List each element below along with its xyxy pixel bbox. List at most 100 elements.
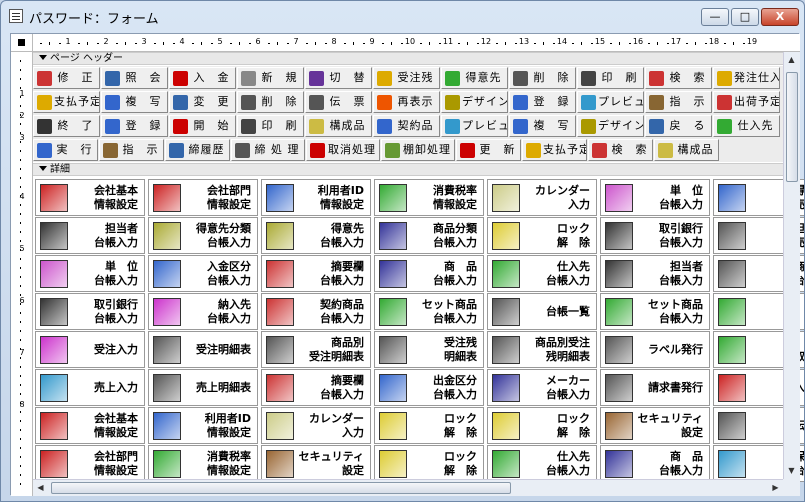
menu-button[interactable]: 商 品台帳入力 <box>600 445 710 482</box>
scroll-thumb[interactable] <box>786 72 798 182</box>
menu-button[interactable]: 受注残 明細表 <box>374 331 484 368</box>
menu-button[interactable]: 利用者ID 情報設定 <box>148 407 258 444</box>
toolbar-button[interactable]: 指 示 <box>645 91 712 113</box>
menu-button[interactable]: 単 位台帳入力 <box>35 255 145 292</box>
toolbar-button[interactable]: 取消処理 <box>306 139 380 161</box>
toolbar-button[interactable]: 新 規 <box>237 67 304 89</box>
toolbar-button[interactable]: 棚卸処理 <box>381 139 455 161</box>
menu-button[interactable]: メーカー 台帳入力 <box>487 369 597 406</box>
menu-button[interactable]: 単 位台帳入力 <box>600 179 710 216</box>
scroll-left-icon[interactable]: ◀ <box>33 480 48 496</box>
menu-button[interactable]: 担当者 台帳入力 <box>35 217 145 254</box>
vertical-scrollbar[interactable]: ▲ ▼ <box>783 52 800 479</box>
menu-button[interactable]: 会社部門 情報設定 <box>148 179 258 216</box>
toolbar-button[interactable]: 終 了 <box>33 115 100 137</box>
title-bar[interactable]: パスワード：フォーム — □ X <box>1 1 804 31</box>
toolbar-button[interactable]: 登 録 <box>101 115 168 137</box>
toolbar-button[interactable]: 伝 票 <box>305 91 372 113</box>
menu-button[interactable]: 受注入力 <box>35 331 145 368</box>
close-button[interactable]: X <box>761 8 799 26</box>
menu-button[interactable]: 台帳一覧 <box>487 293 597 330</box>
menu-button[interactable]: セキュリティ 設定 <box>600 407 710 444</box>
detail-section-bar[interactable]: 詳細 <box>33 163 783 176</box>
menu-button[interactable]: 摘要欄 台帳入力 <box>261 369 371 406</box>
toolbar-button[interactable]: 削 除 <box>237 91 304 113</box>
page-header-section-bar[interactable]: ページ ヘッダー <box>33 52 783 65</box>
vertical-ruler[interactable]: 1 2 3 4 5 6 7 8 <box>11 52 33 496</box>
toolbar-button[interactable]: 仕入先 <box>713 115 780 137</box>
maximize-button[interactable]: □ <box>731 8 759 26</box>
menu-button[interactable]: セキュリティ 設定 <box>261 445 371 482</box>
menu-button[interactable]: カレンダー 入力 <box>261 407 371 444</box>
menu-button[interactable]: ロック解 除 <box>487 217 597 254</box>
menu-button[interactable]: セット商品 台帳入力 <box>374 293 484 330</box>
menu-button[interactable]: 売上明細表 <box>148 369 258 406</box>
toolbar-button[interactable]: 得意先 <box>441 67 508 89</box>
toolbar-button[interactable]: 構成品 <box>305 115 372 137</box>
menu-button[interactable]: 商品分類 台帳入力 <box>374 217 484 254</box>
toolbar-button[interactable]: 再表示 <box>373 91 440 113</box>
menu-button[interactable]: 商 品台帳入力 <box>374 255 484 292</box>
menu-button[interactable]: 仕入先 台帳入力 <box>487 445 597 482</box>
toolbar-button[interactable]: 複 写 <box>101 91 168 113</box>
menu-button[interactable]: 商品別 受注明細表 <box>261 331 371 368</box>
toolbar-button[interactable]: 実 行 <box>33 139 98 161</box>
menu-button[interactable]: 出金区分 台帳入力 <box>374 369 484 406</box>
toolbar-button[interactable]: 登 録 <box>509 91 576 113</box>
menu-button[interactable]: ロック解 除 <box>487 407 597 444</box>
toolbar-button[interactable]: 印 刷 <box>577 67 644 89</box>
menu-button[interactable]: 会社基本 情報設定 <box>35 407 145 444</box>
menu-button[interactable]: 得意先分類 台帳入力 <box>148 217 258 254</box>
menu-button[interactable]: 得意先 台帳入力 <box>261 217 371 254</box>
toolbar-button[interactable]: 発注仕入 <box>713 67 780 89</box>
menu-button[interactable]: カレンダー 入力 <box>487 179 597 216</box>
toolbar-button[interactable]: 支払予定 <box>33 91 100 113</box>
menu-button[interactable]: 会社部門 情報設定 <box>35 445 145 482</box>
menu-button[interactable]: 商品別受注 残明細表 <box>487 331 597 368</box>
scroll-down-icon[interactable]: ▼ <box>784 463 799 479</box>
menu-button[interactable]: 取引銀行 台帳入力 <box>600 217 710 254</box>
toolbar-button[interactable]: 変 更 <box>169 91 236 113</box>
toolbar-button[interactable]: デザイン <box>441 91 508 113</box>
toolbar-button[interactable]: 印 刷 <box>237 115 304 137</box>
toolbar-button[interactable]: 戻 る <box>645 115 712 137</box>
menu-button[interactable]: 請求書発行 <box>600 369 710 406</box>
toolbar-button[interactable]: プレビュー <box>441 115 508 137</box>
menu-button[interactable]: 売上入力 <box>35 369 145 406</box>
toolbar-button[interactable]: デザイン <box>577 115 644 137</box>
horizontal-scrollbar[interactable]: ◀ ▶ <box>33 479 783 496</box>
toolbar-button[interactable]: 検 索 <box>645 67 712 89</box>
toolbar-button[interactable]: 指 示 <box>99 139 164 161</box>
menu-button[interactable]: セット商品 台帳入力 <box>600 293 710 330</box>
menu-button[interactable]: ロック解 除 <box>374 407 484 444</box>
menu-button[interactable]: 契約商品 台帳入力 <box>261 293 371 330</box>
size-grip[interactable] <box>783 479 800 496</box>
scroll-thumb[interactable] <box>51 482 511 494</box>
toolbar-button[interactable]: 更 新 <box>456 139 521 161</box>
horizontal-ruler[interactable]: 1 2 3 4 5 6 7 8 9 10 11 12 13 14 15 16 17 18 19 <box>33 34 800 52</box>
menu-button[interactable]: 消費税率 情報設定 <box>148 445 258 482</box>
scroll-up-icon[interactable]: ▲ <box>784 52 799 68</box>
toolbar-button[interactable]: 切 替 <box>305 67 372 89</box>
toolbar-button[interactable]: 締 処 理 <box>231 139 305 161</box>
menu-button[interactable]: ラベル発行 <box>600 331 710 368</box>
toolbar-button[interactable]: プレビュー <box>577 91 644 113</box>
toolbar-button[interactable]: 支払予定 <box>522 139 587 161</box>
toolbar-button[interactable]: 修 正 <box>33 67 100 89</box>
form-selector[interactable] <box>11 34 33 52</box>
toolbar-button[interactable]: 受注残 <box>373 67 440 89</box>
menu-button[interactable]: 担当者 台帳入力 <box>600 255 710 292</box>
menu-button[interactable]: 入金区分 台帳入力 <box>148 255 258 292</box>
toolbar-button[interactable]: 契約品 <box>373 115 440 137</box>
toolbar-button[interactable]: 照 会 <box>101 67 168 89</box>
menu-button[interactable]: 納入先 台帳入力 <box>148 293 258 330</box>
toolbar-button[interactable]: 検 索 <box>588 139 653 161</box>
toolbar-button[interactable]: 出荷予定 <box>713 91 780 113</box>
form-icon[interactable] <box>9 9 23 23</box>
toolbar-button[interactable]: 締履歴 <box>165 139 230 161</box>
minimize-button[interactable]: — <box>701 8 729 26</box>
toolbar-button[interactable]: 開 始 <box>169 115 236 137</box>
scroll-right-icon[interactable]: ▶ <box>768 480 783 496</box>
menu-button[interactable]: 仕入先 台帳入力 <box>487 255 597 292</box>
toolbar-button[interactable]: 入 金 <box>169 67 236 89</box>
